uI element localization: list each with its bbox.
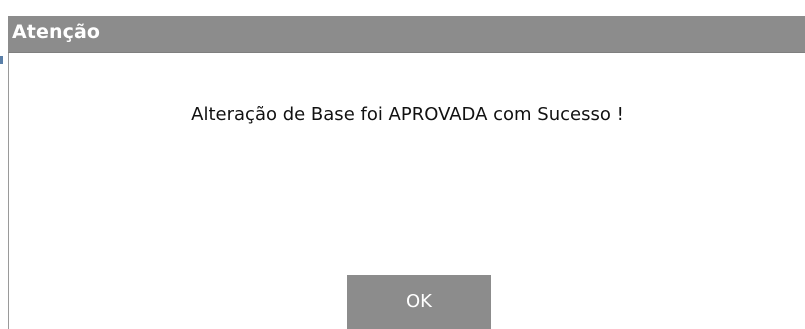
page-edge-marker xyxy=(0,56,3,64)
dialog-titlebar[interactable]: Atenção xyxy=(8,16,805,53)
dialog-message: Alteração de Base foi APROVADA com Suces… xyxy=(191,104,624,125)
ok-button[interactable]: OK xyxy=(347,275,491,329)
alert-dialog: Atenção Alteração de Base foi APROVADA c… xyxy=(8,16,805,329)
dialog-title: Atenção xyxy=(12,21,101,43)
